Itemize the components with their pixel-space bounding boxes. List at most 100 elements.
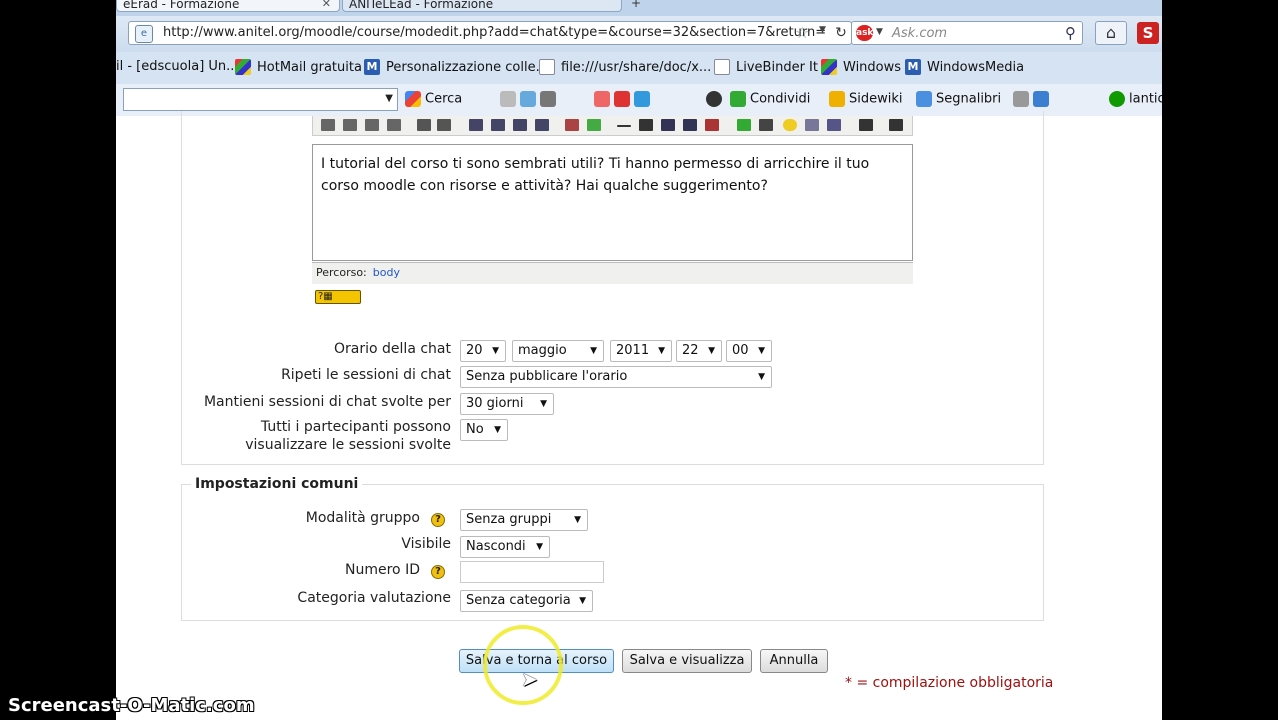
cancel-button[interactable]: Annulla — [760, 649, 828, 673]
hour-select[interactable]: 22 ▼ — [676, 340, 722, 362]
align-center-icon[interactable] — [343, 119, 357, 131]
reload-icon[interactable]: ↻ — [832, 24, 850, 42]
align-left-icon[interactable] — [321, 119, 335, 131]
home-icon: ⌂ — [1105, 23, 1117, 42]
search-icon[interactable]: ⚲ — [1065, 24, 1076, 42]
bookmark-item[interactable]: Windows — [821, 59, 901, 75]
close-icon[interactable]: ✕ — [322, 0, 331, 11]
toolbar-icon[interactable] — [706, 91, 726, 107]
outdent-icon[interactable] — [513, 119, 527, 131]
site-identity-icon[interactable]: e — [135, 25, 153, 43]
horizontal-rule-icon[interactable] — [617, 125, 631, 127]
bookmark-item[interactable]: il - [edscuola] Un... — [116, 59, 239, 74]
keep-sessions-select[interactable]: 30 giorni ▼ — [460, 393, 554, 415]
mouse-cursor-icon: ➤ — [521, 667, 538, 691]
chevron-down-icon[interactable]: ▼ — [385, 93, 393, 104]
status-icon — [1109, 91, 1125, 107]
help-icon[interactable]: ? — [431, 565, 445, 579]
tab-formazione[interactable]: eErad - Formazione ✕ — [116, 0, 340, 12]
chevron-down-icon: ▼ — [758, 372, 765, 382]
path-body-link[interactable]: body — [373, 266, 400, 279]
search-replace-icon[interactable] — [827, 119, 841, 131]
nolink-icon[interactable] — [705, 119, 719, 131]
bookmarks-button[interactable]: Segnalibri — [916, 91, 1001, 107]
tab-anitelead[interactable]: ANITeLEad - Formazione — [342, 0, 622, 12]
chevron-down-icon[interactable]: ▼ — [876, 27, 883, 37]
view-sessions-label-2: visualizzare le sessioni svolte — [245, 437, 451, 453]
bookmark-item[interactable]: M Personalizzazione colle... — [364, 59, 548, 75]
view-sessions-select[interactable]: No ▼ — [460, 419, 508, 441]
day-select[interactable]: 20 ▼ — [460, 340, 506, 362]
document-icon — [714, 59, 730, 75]
user-button[interactable]: lantic — [1109, 91, 1162, 107]
chevron-down-icon: ▼ — [758, 346, 765, 356]
toolbar-search-input[interactable]: ▼ — [123, 88, 398, 111]
unordered-list-icon[interactable] — [491, 119, 505, 131]
url-text: http://www.anitel.org/moodle/course/mode… — [163, 25, 827, 40]
message-editor[interactable]: I tutorial del corso ti sono sembrati ut… — [312, 144, 913, 261]
align-right-icon[interactable] — [365, 119, 379, 131]
help-icon[interactable]: ? — [431, 513, 445, 527]
browser-window: eErad - Formazione ✕ ANITeLEad - Formazi… — [116, 0, 1162, 720]
keep-sessions-label: Mantieni sessioni di chat svolte per — [203, 394, 451, 410]
indent-icon[interactable] — [535, 119, 549, 131]
minute-select[interactable]: 00 ▼ — [726, 340, 772, 362]
search-placeholder: Ask.com — [892, 26, 948, 41]
tab-label: eErad - Formazione — [123, 0, 240, 11]
visible-select[interactable]: Nascondi ▼ — [460, 536, 550, 558]
chevron-down-icon[interactable]: ▼ — [819, 25, 826, 35]
ltr-icon[interactable] — [417, 119, 431, 131]
id-number-input[interactable] — [460, 561, 604, 583]
bookmark-item[interactable]: M WindowsMedia — [905, 59, 1024, 75]
path-label: Percorso: — [316, 266, 367, 279]
translate-icon — [540, 91, 556, 107]
save-and-view-button[interactable]: Salva e visualizza — [622, 649, 752, 673]
repeat-value: Senza pubblicare l'orario — [466, 369, 628, 384]
home-button[interactable]: ⌂ — [1095, 21, 1127, 45]
bookmark-item[interactable]: LiveBinder It — [714, 59, 818, 75]
bookmark-item[interactable]: file:///usr/share/doc/x... — [539, 59, 711, 75]
day-value: 20 — [466, 343, 483, 358]
special-char-icon[interactable] — [805, 119, 819, 131]
justify-icon[interactable] — [387, 119, 401, 131]
repeat-sessions-select[interactable]: Senza pubblicare l'orario ▼ — [460, 366, 772, 388]
ask-engine-icon[interactable]: ask — [856, 25, 873, 41]
text-color-icon[interactable] — [565, 119, 579, 131]
view-sessions-label-1: Tutti i partecipanti possono — [260, 419, 451, 435]
month-select[interactable]: maggio ▼ — [512, 340, 604, 362]
share-button[interactable]: Condividi — [730, 91, 810, 107]
group-mode-select[interactable]: Senza gruppi ▼ — [460, 509, 588, 531]
chevron-down-icon: ▼ — [494, 425, 501, 435]
ordered-list-icon[interactable] — [469, 119, 483, 131]
chevron-down-icon: ▼ — [574, 515, 581, 525]
year-select[interactable]: 2011 ▼ — [610, 340, 672, 362]
unlink-icon[interactable] — [683, 119, 697, 131]
bookmark-label: WindowsMedia — [927, 59, 1025, 75]
extension-icon[interactable]: S — [1137, 22, 1159, 44]
view-value: No — [466, 422, 484, 437]
sidewiki-button[interactable]: Sidewiki — [829, 91, 903, 107]
smiley-icon[interactable] — [783, 119, 797, 131]
bookmark-item[interactable]: HotMail gratuita — [235, 59, 362, 75]
background-color-icon[interactable] — [587, 119, 601, 131]
link-icon[interactable] — [661, 119, 675, 131]
html-source-icon[interactable] — [859, 119, 873, 131]
address-bar[interactable]: e http://www.anitel.org/moodle/course/mo… — [128, 21, 852, 45]
grade-value: Senza categoria — [466, 593, 571, 608]
rtl-icon[interactable] — [437, 119, 451, 131]
fullscreen-icon[interactable] — [889, 119, 903, 131]
keyboard-help-icon[interactable]: ?▦ — [315, 290, 361, 304]
chevron-down-icon: ▼ — [658, 346, 665, 356]
anchor-icon[interactable] — [639, 119, 653, 131]
search-button[interactable]: Cerca — [405, 91, 462, 107]
grade-category-select[interactable]: Senza categoria ▼ — [460, 590, 593, 612]
table-icon[interactable] — [759, 119, 773, 131]
bookmark-star-icon[interactable]: ☆ — [795, 23, 809, 42]
windows-icon — [821, 59, 837, 75]
search-bar[interactable]: ask ▼ Ask.com ⚲ — [851, 21, 1083, 45]
toolbar-icon-group[interactable] — [1013, 91, 1053, 107]
toolbar-icon-group[interactable] — [594, 91, 654, 107]
new-tab-button[interactable]: + — [626, 0, 646, 12]
toolbar-icon-group[interactable] — [500, 91, 560, 107]
image-icon[interactable] — [737, 119, 751, 131]
